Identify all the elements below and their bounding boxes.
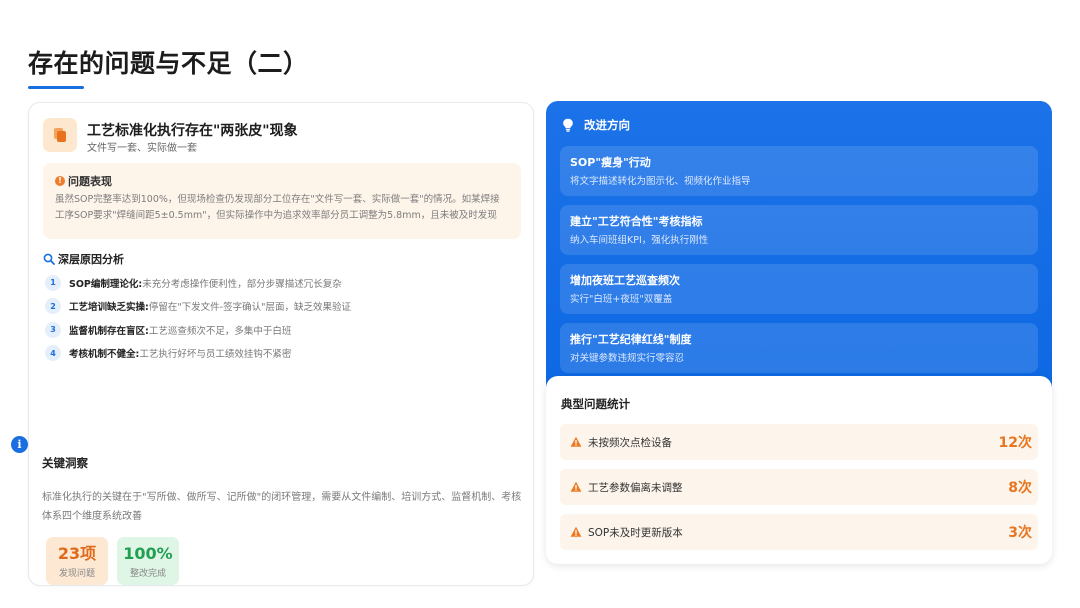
improvement-item[interactable]: 建立"工艺符合性"考核指标 纳入车间班组KPI，强化执行刚性 — [560, 205, 1038, 255]
reason-label: 工艺培训缺乏实操: — [69, 302, 149, 314]
issue-title: 工艺标准化执行存在"两张皮"现象 — [87, 123, 298, 139]
title-underline — [28, 86, 84, 89]
list-item: 2 工艺培训缺乏实操: 停留在"下发文件-签字确认"层面，缺乏效果验证 — [43, 295, 523, 319]
reason-desc: 停留在"下发文件-签字确认"层面，缺乏效果验证 — [148, 302, 351, 314]
reason-label: 监督机制存在盲区: — [69, 325, 149, 337]
improvement-title: 建立"工艺符合性"考核指标 — [570, 215, 703, 228]
reason-label: 考核机制不健全: — [69, 349, 140, 361]
stat-row-label: SOP未及时更新版本 — [588, 526, 683, 539]
stat-chip-issues: 23项 发现问题 — [46, 537, 108, 585]
stat-row-count: 8次 — [1008, 480, 1032, 496]
stat-chip-completion: 100% 整改完成 — [117, 537, 179, 585]
warning-triangle-icon — [570, 526, 582, 537]
list-number-badge: 4 — [45, 345, 61, 362]
stat-value: 23项 — [57, 543, 97, 563]
improvement-title: 增加夜班工艺巡查频次 — [570, 274, 680, 287]
problem-heading: 问题表现 — [68, 175, 112, 188]
stat-row: 未按频次点检设备 12次 — [560, 424, 1038, 460]
info-icon[interactable]: i — [11, 436, 28, 453]
improvement-item[interactable]: 推行"工艺纪律红线"制度 对关键参数违规实行零容忍 — [560, 323, 1038, 373]
problem-box: ! 问题表现 虽然SOP完整率达到100%，但现场检查仍发现部分工位存在"文件写… — [43, 163, 521, 239]
list-number-badge: 1 — [45, 274, 61, 291]
list-number-badge: 2 — [45, 298, 61, 315]
improvement-item[interactable]: 增加夜班工艺巡查频次 实行"白班+夜班"双覆盖 — [560, 264, 1038, 314]
improvement-desc: 纳入车间班组KPI，强化执行刚性 — [570, 235, 709, 246]
improvement-item[interactable]: SOP"瘦身"行动 将文字描述转化为图示化、视频化作业指导 — [560, 146, 1038, 196]
copy-files-icon — [43, 118, 77, 152]
improvement-desc: 将文字描述转化为图示化、视频化作业指导 — [570, 176, 751, 187]
lightbulb-icon — [563, 118, 573, 132]
stat-row-label: 工艺参数偏离未调整 — [588, 481, 683, 494]
improvement-desc: 实行"白班+夜班"双覆盖 — [570, 294, 673, 305]
reason-label: SOP编制理论化: — [69, 278, 143, 290]
improvement-title: 推行"工艺纪律红线"制度 — [570, 333, 692, 346]
stat-label: 整改完成 — [129, 568, 166, 579]
list-item: 1 SOP编制理论化: 未充分考虑操作便利性，部分步骤描述冗长复杂 — [43, 271, 523, 295]
list-item: 4 考核机制不健全: 工艺执行好坏与员工绩效挂钩不紧密 — [43, 342, 523, 366]
stat-label: 发现问题 — [58, 568, 95, 579]
list-number-badge: 3 — [45, 321, 61, 338]
page-title: 存在的问题与不足（二） — [28, 49, 309, 78]
reason-list: 1 SOP编制理论化: 未充分考虑操作便利性，部分步骤描述冗长复杂 2 工艺培训… — [43, 271, 523, 365]
reason-desc: 未充分考虑操作便利性，部分步骤描述冗长复杂 — [142, 278, 342, 290]
list-item: 3 监督机制存在盲区: 工艺巡查频次不足，多集中于白班 — [43, 318, 523, 342]
warning-triangle-icon — [570, 481, 582, 492]
typical-stats-card: 典型问题统计 未按频次点检设备 12次 工艺参数偏离未调整 8次 SOP未及时更… — [546, 376, 1052, 564]
analysis-heading-row: 深层原因分析 — [43, 251, 124, 267]
stat-row: 工艺参数偏离未调整 8次 — [560, 469, 1038, 505]
stat-row-label: 未按频次点检设备 — [588, 436, 672, 449]
insight-text: 标准化执行的关键在于"写所做、做所写、记所做"的闭环管理，需要从文件编制、培训方… — [42, 492, 522, 522]
reason-desc: 工艺执行好坏与员工绩效挂钩不紧密 — [139, 349, 292, 361]
improvement-card: 改进方向 SOP"瘦身"行动 将文字描述转化为图示化、视频化作业指导 建立"工艺… — [546, 101, 1052, 401]
issue-subtitle: 文件写一套、实际做一套 — [87, 143, 197, 154]
search-icon — [43, 253, 55, 265]
stat-row: SOP未及时更新版本 3次 — [560, 514, 1038, 550]
stat-row-count: 3次 — [1008, 525, 1032, 541]
improvement-heading: 改进方向 — [584, 118, 630, 132]
improvement-desc: 对关键参数违规实行零容忍 — [570, 353, 685, 364]
problem-text: 虽然SOP完整率达到100%，但现场检查仍发现部分工位存在"文件写一套、实际做一… — [55, 194, 500, 221]
analysis-heading: 深层原因分析 — [58, 253, 124, 266]
insight-title: 关键洞察 — [42, 456, 88, 470]
warning-circle-icon: ! — [55, 176, 65, 186]
warning-triangle-icon — [570, 436, 582, 447]
stat-row-count: 12次 — [998, 435, 1032, 451]
typical-stats-title: 典型问题统计 — [561, 397, 630, 411]
improvement-title: SOP"瘦身"行动 — [570, 156, 651, 169]
improvement-heading-row: 改进方向 — [562, 117, 630, 133]
reason-desc: 工艺巡查频次不足，多集中于白班 — [148, 325, 292, 337]
stat-value: 100% — [123, 543, 173, 563]
